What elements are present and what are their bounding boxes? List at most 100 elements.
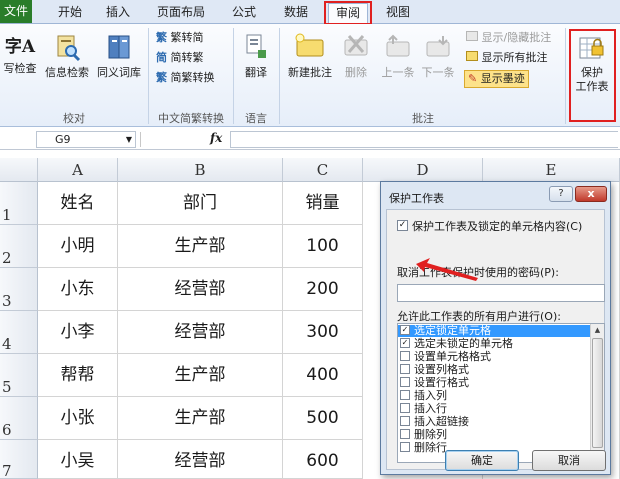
convert-button[interactable]: 繁 简繁转换 — [156, 70, 215, 86]
table-cell[interactable]: 生产部 — [118, 397, 283, 440]
convert-icon: 繁 — [156, 71, 167, 84]
new-comment-button[interactable]: 新建批注 — [284, 32, 336, 80]
translate-button[interactable]: 翻译 — [236, 32, 276, 80]
translate-icon — [246, 34, 266, 58]
table-cell[interactable]: 小吴 — [38, 440, 118, 479]
list-item[interactable]: 删除列 — [398, 429, 592, 441]
protect-contents-checkbox[interactable]: ✓ — [397, 220, 408, 231]
tab-insert[interactable]: 插入 — [100, 3, 136, 23]
tab-view[interactable]: 视图 — [380, 3, 416, 23]
table-cell[interactable]: 生产部 — [118, 225, 283, 268]
checkbox[interactable] — [400, 416, 410, 426]
checkbox[interactable]: ✓ — [400, 325, 410, 335]
row-header[interactable]: 5 — [0, 354, 38, 397]
show-ink-button[interactable]: ✎ 显示墨迹 — [464, 70, 529, 88]
formula-input[interactable] — [230, 131, 618, 148]
row-header[interactable]: 1 — [0, 182, 38, 225]
column-header[interactable]: E — [483, 158, 620, 182]
checkbox[interactable] — [400, 377, 410, 387]
proofing-group-label: 校对 — [63, 112, 85, 125]
protect-sheet-dialog: 保护工作表 ? x ✓ 保护工作表及锁定的单元格内容(C) 取消工作表保护时使用… — [380, 181, 611, 475]
table-cell[interactable]: 小李 — [38, 311, 118, 354]
scroll-thumb[interactable] — [592, 338, 603, 448]
function-icon[interactable]: fx — [210, 131, 222, 145]
password-input[interactable] — [397, 284, 605, 302]
row-header[interactable]: 4 — [0, 311, 38, 354]
checkbox[interactable] — [400, 351, 410, 361]
tab-formulas[interactable]: 公式 — [226, 3, 262, 23]
cancel-button[interactable]: 取消 — [532, 450, 606, 471]
convert-label: 简繁转换 — [170, 71, 215, 84]
table-cell[interactable]: 帮帮 — [38, 354, 118, 397]
table-cell[interactable]: 300 — [283, 311, 363, 354]
group-separator — [565, 28, 566, 124]
table-cell[interactable]: 100 — [283, 225, 363, 268]
select-all-corner[interactable] — [0, 158, 38, 182]
permissions-list[interactable]: ✓ 选定锁定单元格 ✓ 选定未锁定的单元格 设置单元格格式 设置列格式 设置行格… — [397, 323, 605, 463]
scroll-up-icon[interactable]: ▲ — [591, 324, 604, 337]
prev-comment-button[interactable]: 上一条 — [378, 32, 418, 80]
table-cell[interactable]: 小明 — [38, 225, 118, 268]
list-item[interactable]: 设置单元格格式 — [398, 351, 592, 363]
tab-home[interactable]: 开始 — [52, 3, 88, 23]
table-cell[interactable]: 小张 — [38, 397, 118, 440]
table-cell[interactable]: 经营部 — [118, 440, 283, 479]
list-item[interactable]: ✓ 选定未锁定的单元格 — [398, 338, 592, 350]
list-item[interactable]: ✓ 选定锁定单元格 — [398, 325, 592, 337]
row-header[interactable]: 7 — [0, 440, 38, 479]
list-scrollbar[interactable]: ▲ ▼ — [590, 324, 604, 462]
language-group-label: 语言 — [245, 112, 267, 125]
list-item[interactable]: 设置列格式 — [398, 364, 592, 376]
spelling-button[interactable]: 字A 写检查 — [0, 32, 40, 76]
checkbox[interactable] — [400, 442, 410, 452]
table-cell[interactable]: 经营部 — [118, 268, 283, 311]
row-header[interactable]: 3 — [0, 268, 38, 311]
tab-page-layout[interactable]: 页面布局 — [150, 3, 212, 23]
column-header[interactable]: B — [118, 158, 283, 182]
table-cell[interactable]: 200 — [283, 268, 363, 311]
to-traditional-button[interactable]: 繁 繁转简 — [156, 30, 204, 46]
table-cell[interactable]: 部门 — [118, 182, 283, 225]
column-header[interactable]: D — [363, 158, 483, 182]
list-item[interactable]: 设置行格式 — [398, 377, 592, 389]
research-button[interactable]: 信息检索 — [42, 32, 92, 80]
to-simplified-button[interactable]: 简 简转繁 — [156, 50, 204, 66]
checkbox[interactable] — [400, 429, 410, 439]
show-hide-comment-button[interactable]: 显示/隐藏批注 — [466, 30, 551, 46]
next-comment-button[interactable]: 下一条 — [418, 32, 458, 80]
checkbox[interactable]: ✓ — [400, 338, 410, 348]
list-item[interactable]: 插入超链接 — [398, 416, 592, 428]
column-header[interactable]: C — [283, 158, 363, 182]
permission-label: 设置单元格格式 — [414, 350, 491, 363]
tab-file[interactable]: 文件 — [0, 0, 32, 23]
table-cell[interactable]: 600 — [283, 440, 363, 479]
checkbox[interactable] — [400, 390, 410, 400]
row-header[interactable]: 2 — [0, 225, 38, 268]
comments-group-label: 批注 — [412, 112, 434, 125]
new-comment-icon — [295, 33, 324, 57]
table-cell[interactable]: 400 — [283, 354, 363, 397]
table-cell[interactable]: 销量 — [283, 182, 363, 225]
delete-comment-button[interactable]: 删除 — [338, 32, 374, 80]
table-cell[interactable]: 经营部 — [118, 311, 283, 354]
ok-button[interactable]: 确定 — [445, 450, 519, 471]
chevron-down-icon[interactable]: ▼ — [126, 132, 132, 147]
thesaurus-button[interactable]: 同义词库 — [94, 32, 144, 80]
column-header[interactable]: A — [38, 158, 118, 182]
table-cell[interactable]: 小东 — [38, 268, 118, 311]
translate-label: 翻译 — [245, 66, 267, 79]
table-cell[interactable]: 500 — [283, 397, 363, 440]
table-cell[interactable]: 姓名 — [38, 182, 118, 225]
help-button[interactable]: ? — [549, 186, 573, 202]
show-all-comments-button[interactable]: 显示所有批注 — [466, 50, 548, 66]
close-button[interactable]: x — [575, 186, 607, 202]
list-item[interactable]: 插入行 — [398, 403, 592, 415]
table-cell[interactable]: 生产部 — [118, 354, 283, 397]
row-header[interactable]: 6 — [0, 397, 38, 440]
checkbox[interactable] — [400, 364, 410, 374]
name-box[interactable]: G9 ▼ — [36, 131, 136, 148]
checkbox[interactable] — [400, 403, 410, 413]
list-item[interactable]: 插入列 — [398, 390, 592, 402]
simplified-icon: 简 — [156, 51, 167, 64]
tab-data[interactable]: 数据 — [278, 3, 314, 23]
